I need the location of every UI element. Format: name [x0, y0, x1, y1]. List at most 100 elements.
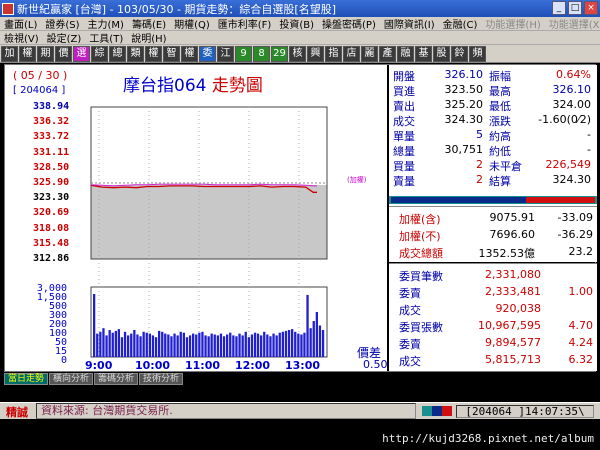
toolbar-button[interactable]: 指 — [325, 45, 342, 62]
order-change: 4.70 — [568, 319, 594, 332]
quote-label: 振幅 — [489, 70, 511, 83]
menu-item[interactable]: 金融(C) — [439, 16, 482, 31]
quote-label: 買進 — [393, 85, 415, 98]
volume-bar — [260, 335, 263, 357]
menu-item[interactable]: 工具(T) — [85, 30, 127, 45]
bid-ask-bar — [389, 196, 597, 204]
menu-item[interactable]: 畫面(L) — [0, 16, 41, 31]
chart-code: [ 204064 ] — [13, 85, 66, 96]
index-value: 7696.60 — [489, 228, 536, 241]
toolbar-button[interactable]: 興 — [307, 45, 324, 62]
menu-item[interactable]: 功能選擇(H) — [481, 16, 544, 31]
index-change: -36.29 — [557, 228, 593, 241]
toolbar-button[interactable]: 江 — [217, 45, 234, 62]
quote-value: 2 — [476, 158, 483, 171]
quote-row: 賣出 325.20 最低 324.00 — [389, 98, 597, 113]
quote-row: 總量 30,751 約低 - — [389, 143, 597, 158]
minimize-button[interactable]: _ — [552, 1, 566, 15]
toolbar-button[interactable]: 股 — [433, 45, 450, 62]
data-source: 資料來源: 台灣期貨交易所. — [36, 403, 416, 419]
toolbar-button[interactable]: 期 — [37, 45, 54, 62]
tab-1[interactable]: 橫向分析 — [49, 373, 94, 385]
order-label: 委買張數 — [399, 321, 443, 334]
volume-bar — [108, 330, 111, 357]
menu-item[interactable]: 期權(Q) — [170, 16, 214, 31]
menu-item[interactable]: 主力(M) — [84, 16, 128, 31]
toolbar-button[interactable]: 總 — [109, 45, 126, 62]
menu-item[interactable]: 匯市利率(F) — [214, 16, 276, 31]
toolbar-button[interactable]: 核 — [289, 45, 306, 62]
toolbar-button[interactable]: 麗 — [361, 45, 378, 62]
menu-item[interactable]: 國際資訊(I) — [380, 16, 439, 31]
window-title: 新世紀贏家 [台灣] - 103/05/30 - 期貨走勢：綜合自選股[名望股] — [17, 2, 336, 16]
quote-row: 買量 2 未平倉 226,549 — [389, 158, 597, 173]
menu-item[interactable]: 設定(Z) — [43, 30, 86, 45]
toolbar-button[interactable]: 選 — [73, 45, 90, 62]
spread-value: 0.50 — [363, 358, 388, 371]
toolbar-button[interactable]: 鈴 — [451, 45, 468, 62]
price-tick-label: 338.94 — [33, 101, 70, 112]
volume-bar — [321, 330, 325, 357]
price-tick-label: 331.11 — [33, 146, 70, 158]
volume-bar — [192, 333, 195, 357]
chart-title-suffix: 走勢圖 — [211, 76, 263, 96]
toolbar-button[interactable]: 權 — [181, 45, 198, 62]
toolbar-button[interactable]: 智 — [163, 45, 180, 62]
toolbar-button[interactable]: 基 — [415, 45, 432, 62]
volume-bar — [229, 332, 232, 357]
toolbar-button[interactable]: 權 — [19, 45, 36, 62]
toolbar-button[interactable]: 委 — [199, 45, 216, 62]
toolbar-button[interactable]: 價 — [55, 45, 72, 62]
volume-bar — [127, 335, 130, 357]
volume-bar — [133, 330, 136, 357]
close-button[interactable]: × — [584, 1, 598, 15]
quote-label: 賣出 — [393, 100, 415, 113]
order-row: 成交 920,038 — [389, 302, 597, 320]
toolbar-button[interactable]: 權 — [145, 45, 162, 62]
index-label: 成交總額 — [399, 247, 443, 260]
index-row: 成交總額 1352.53億 23.2 — [389, 245, 597, 263]
intraday-chart[interactable]: ( 05 / 30 ) [ 204064 ] 摩台指064 走勢圖 (加權) 價… — [5, 65, 388, 372]
quote-panel: 開盤 326.10 振幅 0.64% 買進 323.50 最高 326.10 賣出 325.20 最… — [389, 65, 597, 195]
menu-item[interactable]: 檢視(V) — [0, 30, 43, 45]
volume-bar — [167, 334, 170, 357]
quote-label: 結算 — [489, 175, 511, 188]
toolbar-button[interactable]: 29 — [271, 45, 288, 62]
app-icon — [2, 2, 14, 15]
volume-bar — [256, 333, 260, 357]
toolbar-button[interactable]: 綜 — [91, 45, 108, 62]
price-tick-label: 315.48 — [33, 237, 70, 249]
tab-3[interactable]: 技術分析 — [139, 373, 184, 385]
menu-item[interactable]: 證券(S) — [41, 16, 83, 31]
order-label: 成交 — [399, 355, 421, 368]
menu-item[interactable]: 籌碼(E) — [128, 16, 170, 31]
tab-2[interactable]: 籌碼分析 — [94, 373, 139, 385]
volume-bar — [145, 332, 148, 357]
toolbar-button[interactable]: 加 — [1, 45, 18, 62]
toolbar-button[interactable]: 頻 — [469, 45, 486, 62]
index-row: 加權(不) 7696.60 -36.29 — [389, 228, 597, 246]
volume-bar — [287, 330, 291, 357]
volume-bar — [139, 336, 142, 357]
quote-label: 單量 — [393, 130, 415, 143]
volume-bar — [297, 333, 300, 357]
tab-0[interactable]: 當日走勢 — [4, 373, 49, 385]
toolbar-button[interactable]: 類 — [127, 45, 144, 62]
toolbar-button[interactable]: 融 — [397, 45, 414, 62]
volume-bar — [198, 332, 201, 357]
quote-label: 最低 — [489, 100, 511, 113]
menu-item[interactable]: 投資(B) — [275, 16, 318, 31]
order-row: 委賣 2,333,481 1.00 — [389, 285, 597, 303]
volume-bar — [266, 334, 269, 357]
toolbar-button[interactable]: 8 — [253, 45, 270, 62]
toolbar-button[interactable]: 9 — [235, 45, 252, 62]
menu-item[interactable]: 功能選擇(X) — [545, 16, 600, 31]
index-value: 1352.53億 — [478, 247, 536, 260]
order-value: 5,815,713 — [485, 353, 541, 366]
volume-bar — [263, 331, 266, 357]
toolbar-button[interactable]: 店 — [343, 45, 360, 62]
toolbar-button[interactable]: 產 — [379, 45, 396, 62]
menu-item[interactable]: 說明(H) — [127, 30, 170, 45]
maximize-button[interactable]: □ — [568, 1, 582, 15]
menu-item[interactable]: 操盤密碼(P) — [318, 16, 380, 31]
